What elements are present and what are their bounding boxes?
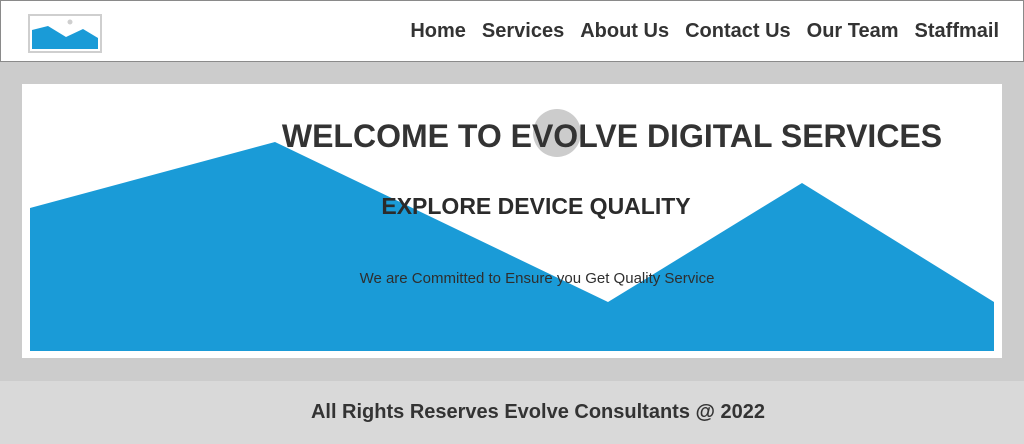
nav-about-us[interactable]: About Us [580, 20, 669, 43]
hero-title: WELCOME TO EVOLVE DIGITAL SERVICES [281, 118, 943, 154]
hero-tagline: We are Committed to Ensure you Get Quali… [359, 270, 715, 287]
logo-image-placeholder-icon[interactable] [28, 14, 102, 53]
nav-home[interactable]: Home [410, 20, 466, 43]
mountain-icon [32, 19, 98, 49]
hero-banner: WELCOME TO EVOLVE DIGITAL SERVICES EXPLO… [22, 84, 1002, 358]
nav-services[interactable]: Services [482, 20, 564, 43]
site-header: Home Services About Us Contact Us Our Te… [0, 0, 1024, 62]
site-footer: All Rights Reserves Evolve Consultants @… [0, 381, 1024, 444]
nav-our-team[interactable]: Our Team [807, 20, 899, 43]
nav-staffmail[interactable]: Staffmail [915, 20, 999, 43]
footer-copyright: All Rights Reserves Evolve Consultants @… [310, 401, 766, 423]
nav-contact-us[interactable]: Contact Us [685, 20, 791, 43]
hero-subtitle: EXPLORE DEVICE QUALITY [381, 193, 691, 219]
main-nav: Home Services About Us Contact Us Our Te… [410, 1, 999, 61]
